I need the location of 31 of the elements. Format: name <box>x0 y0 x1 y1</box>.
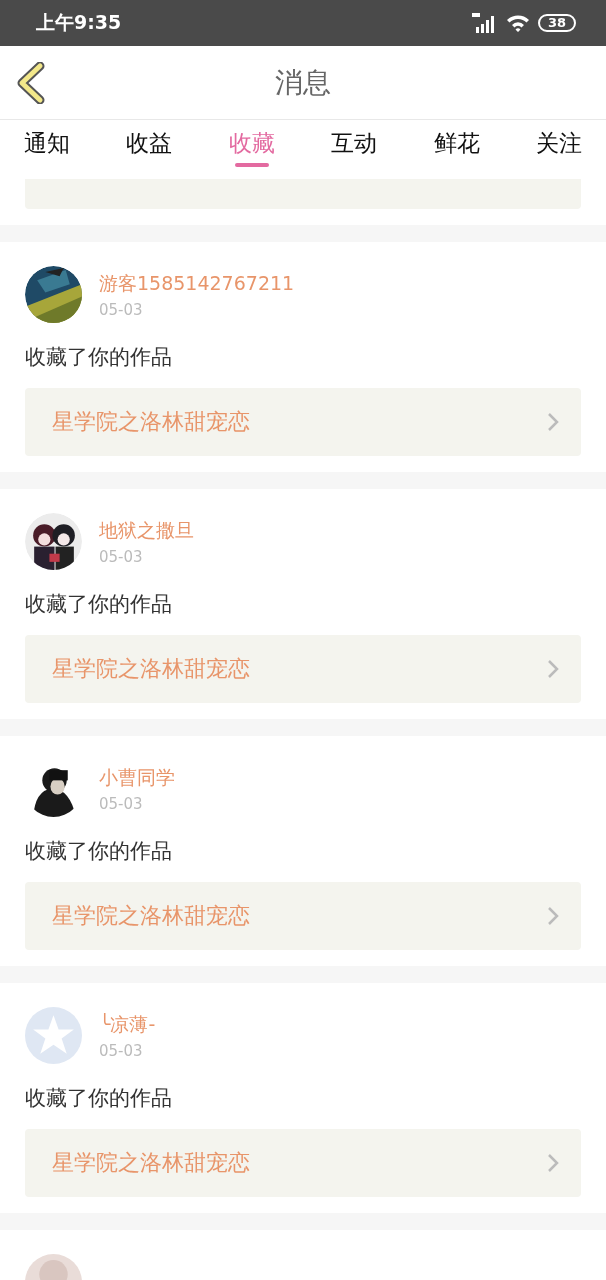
chevron-icon <box>547 906 559 926</box>
tab[interactable]: 收藏 <box>206 120 297 179</box>
tab[interactable]: 鲜花 <box>411 120 502 179</box>
tab[interactable]: 通知 <box>2 120 92 179</box>
tab[interactable]: 收益 <box>104 120 195 179</box>
chevron-icon <box>547 412 559 432</box>
message-date: 05-03 <box>99 1041 144 1060</box>
status-time: 上午9:35 <box>36 10 122 35</box>
tab[interactable]: 关注 <box>513 120 604 179</box>
user-name[interactable]: 游客1585142767211 <box>99 270 295 297</box>
chevron-icon <box>547 659 559 679</box>
page-title: 消息 <box>275 64 331 101</box>
user-name[interactable]: ╰凉薄- <box>99 1011 156 1038</box>
message-date: 05-03 <box>99 300 144 319</box>
tab[interactable]: 互动 <box>309 120 400 179</box>
user-name[interactable]: 小曹同学 <box>99 764 175 791</box>
work-link[interactable]: 星学院之洛林甜宠恋 <box>25 388 581 456</box>
work-link[interactable]: 星学院之洛林甜宠恋 <box>25 882 581 950</box>
back-icon <box>16 62 46 104</box>
work-link[interactable]: 星学院之洛林甜宠恋 <box>25 635 581 703</box>
user-name[interactable]: 地狱之撒旦 <box>99 517 194 544</box>
wifi-icon <box>505 14 530 32</box>
work-link[interactable]: 星学院之洛林甜宠恋 <box>25 1129 581 1197</box>
message-text: 收藏了你的作品 <box>25 838 173 865</box>
message-text: 收藏了你的作品 <box>25 344 173 371</box>
message-date: 05-03 <box>99 794 144 813</box>
battery-indicator: 38 <box>537 14 576 32</box>
message-date: 05-03 <box>99 547 144 566</box>
chevron-icon <box>547 1153 559 1173</box>
message-text: 收藏了你的作品 <box>25 1085 173 1112</box>
message-text: 收藏了你的作品 <box>25 591 173 618</box>
